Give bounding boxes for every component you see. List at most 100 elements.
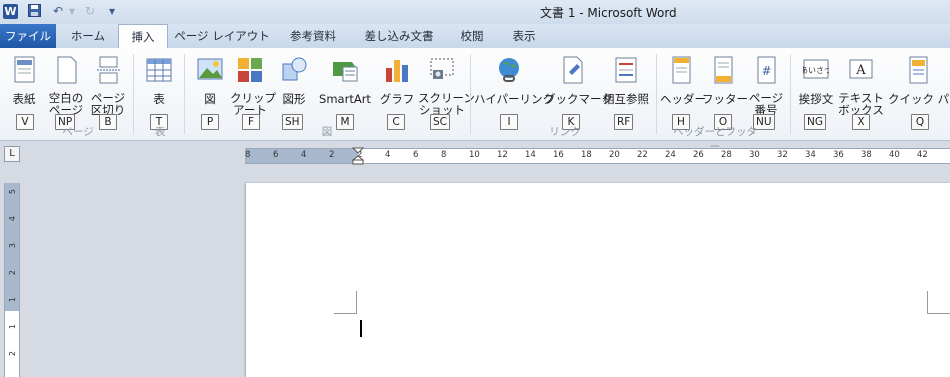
cover-page-icon	[11, 56, 37, 84]
bookmark-icon	[559, 56, 585, 84]
group-label-tables: 表	[154, 126, 166, 138]
group-separator	[184, 54, 185, 134]
shapes-label: 図形	[282, 92, 306, 106]
undo-dropdown-icon[interactable]: ▾	[64, 4, 80, 19]
footer-icon	[710, 56, 736, 84]
clipart-label: クリップ アート	[230, 91, 276, 117]
group-separator	[470, 54, 471, 134]
keytip-shapes: SH	[282, 114, 303, 130]
group-separator	[790, 54, 791, 134]
cross-reference-icon	[613, 56, 639, 84]
greeting-label: 挨拶文	[798, 92, 834, 106]
ruler-tick-label: 2	[8, 351, 17, 357]
svg-text:#: #	[761, 64, 771, 78]
customize-quick-access-icon[interactable]: ▾	[104, 4, 120, 19]
greeting-icon: あいさつ	[800, 56, 832, 84]
textbox-label: テキスト ボックス	[838, 91, 884, 117]
ruler-tick-label: 42	[917, 150, 928, 160]
svg-text:あいさつ: あいさつ	[803, 66, 829, 75]
page-break-icon	[95, 56, 121, 84]
tab-mailings[interactable]: 差し込み文書	[356, 24, 442, 48]
picture-icon	[197, 56, 223, 84]
bookmark-label: ブックマーク	[544, 92, 613, 106]
save-icon[interactable]	[26, 4, 42, 19]
keytip-clipart: F	[242, 114, 260, 130]
ruler-tick-label: 16	[553, 150, 564, 160]
header-icon	[668, 56, 694, 84]
ruler-tick-label: 22	[637, 150, 648, 160]
quick-parts-icon	[905, 56, 931, 84]
ruler-tick-label: 8	[245, 150, 251, 160]
textbox-icon: A	[848, 56, 874, 84]
ribbon-insert: 表紙 空白の ページ ページ 区切り V NP B ページ 表 T 表 図 クリ…	[0, 48, 950, 153]
ruler-tick-label: 40	[889, 150, 900, 160]
ruler-tick-label: 6	[273, 150, 279, 160]
keytip-smartart: M	[336, 114, 354, 130]
document-page[interactable]	[246, 183, 950, 377]
cover-page-label: 表紙	[12, 92, 36, 106]
ruler-tick-label: 5	[8, 189, 17, 195]
tab-home[interactable]: ホーム	[60, 24, 116, 48]
header-label: ヘッダー	[660, 92, 706, 106]
tab-insert[interactable]: 挿入	[118, 24, 168, 48]
picture-label: 図	[204, 92, 216, 106]
keytip-textbox: X	[852, 114, 870, 130]
ruler-tick-label: 30	[749, 150, 760, 160]
ruler-tick-label: 24	[665, 150, 676, 160]
cross-reference-label: 相互参照	[603, 92, 649, 106]
vertical-ruler[interactable]: 5 4 3 2 1 1 2	[4, 183, 20, 377]
screenshot-label: スクリーン ショット	[418, 91, 475, 117]
screenshot-icon	[429, 56, 455, 84]
clipart-icon	[237, 56, 263, 84]
ruler-tick-label: 4	[301, 150, 307, 160]
ruler-tick-label: 6	[413, 150, 419, 160]
page-break-label: ページ 区切り	[90, 91, 126, 117]
ruler-tick-label: 36	[833, 150, 844, 160]
group-label-illustrations: 図	[321, 126, 333, 138]
crop-mark-left	[334, 291, 357, 314]
ruler-tick-label: 34	[805, 150, 816, 160]
quick-parts-label: クイック パーツ	[888, 92, 950, 106]
redo-icon[interactable]: ↻	[82, 4, 98, 19]
ruler-tick-label: 28	[721, 150, 732, 160]
ruler-tick-label: 18	[581, 150, 592, 160]
footer-label: フッター	[702, 92, 748, 106]
indent-marker-icon[interactable]	[351, 147, 365, 165]
keytip-cross-reference: RF	[614, 114, 634, 130]
tab-file[interactable]: ファイル	[0, 24, 56, 48]
text-cursor	[360, 320, 362, 337]
tab-selector[interactable]: L	[4, 146, 20, 162]
keytip-hyperlink: I	[500, 114, 518, 130]
ribbon-tabs: ファイル ホーム 挿入 ページ レイアウト 参考資料 差し込み文書 校閲 表示	[0, 24, 950, 48]
ruler-tick-label: 1	[8, 297, 17, 303]
ruler-tick-label: 12	[497, 150, 508, 160]
crop-mark-right	[927, 291, 950, 314]
shapes-icon	[281, 56, 307, 84]
hyperlink-label: ハイパーリンク	[474, 92, 555, 106]
window-title: 文書 1 - Microsoft Word	[540, 6, 677, 20]
blank-page-label: 空白の ページ	[48, 91, 84, 117]
ruler-tick-label: 3	[8, 243, 17, 249]
ruler-tick-label: 32	[777, 150, 788, 160]
tab-review[interactable]: 校閲	[452, 24, 492, 48]
group-label-pages: ページ	[62, 126, 94, 138]
horizontal-ruler[interactable]: 8 6 4 2 2 4 6 8 10 12 14 16 18 20 22 24 26 28 30 32 34 36 38 40…	[245, 147, 950, 165]
keytip-chart: C	[387, 114, 405, 130]
group-separator	[656, 54, 657, 134]
tab-page-layout[interactable]: ページ レイアウト	[172, 24, 272, 48]
group-separator	[133, 54, 134, 134]
svg-text:A: A	[855, 63, 866, 78]
tab-view[interactable]: 表示	[504, 24, 544, 48]
ruler-tick-label: 1	[8, 324, 17, 330]
word-app-icon[interactable]: W	[3, 4, 18, 19]
hyperlink-icon	[496, 56, 522, 84]
tab-references[interactable]: 参考資料	[282, 24, 344, 48]
smartart-icon	[332, 56, 358, 84]
group-label-links: リンク	[549, 126, 581, 138]
blank-page-icon	[53, 56, 79, 84]
table-icon	[146, 56, 172, 84]
ruler-tick-label: 4	[385, 150, 391, 160]
keytip-quick-parts: Q	[911, 114, 929, 130]
ruler-tick-label: 4	[8, 216, 17, 222]
chart-label: グラフ	[379, 92, 415, 106]
